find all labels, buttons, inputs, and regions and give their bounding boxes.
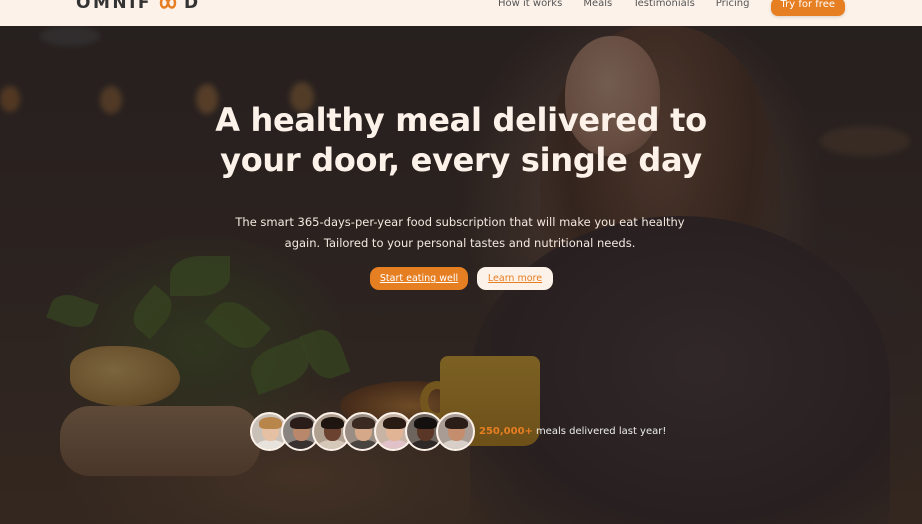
learn-more-button[interactable]: Learn more	[477, 267, 553, 290]
try-for-free-button[interactable]: Try for free	[770, 0, 845, 16]
hero-title: A healthy meal delivered to your door, e…	[0, 100, 922, 180]
hero-subtitle-line1: The smart 365-days-per-year food subscri…	[235, 215, 685, 229]
main-nav: How it works Meals Testimonials Pricing …	[498, 0, 922, 26]
logo[interactable]: OMNIF D	[76, 0, 201, 13]
hero-title-line2: your door, every single day	[220, 141, 702, 179]
logo-text-left: OMNIF	[76, 0, 153, 13]
nav-how-it-works[interactable]: How it works	[498, 0, 562, 11]
meals-delivered-count: 250,000+	[479, 426, 533, 437]
logo-infinity-icon	[153, 0, 183, 12]
nav-pricing[interactable]: Pricing	[716, 0, 750, 11]
start-eating-well-button[interactable]: Start eating well	[370, 267, 468, 290]
meals-delivered-label: meals delivered last year!	[535, 426, 667, 437]
hero-subtitle: The smart 365-days-per-year food subscri…	[200, 212, 720, 254]
meals-delivered-text: 250,000+ meals delivered last year!	[479, 426, 666, 437]
nav-testimonials[interactable]: Testimonials	[633, 0, 695, 11]
logo-text-right: D	[184, 0, 201, 13]
avatar	[436, 412, 475, 451]
hero-subtitle-line2: again. Tailored to your personal tastes …	[284, 236, 636, 250]
hero-title-line1: A healthy meal delivered to	[215, 101, 707, 139]
nav-meals[interactable]: Meals	[583, 0, 612, 11]
site-header: OMNIF D How it works Meals Testimonials …	[0, 0, 922, 26]
